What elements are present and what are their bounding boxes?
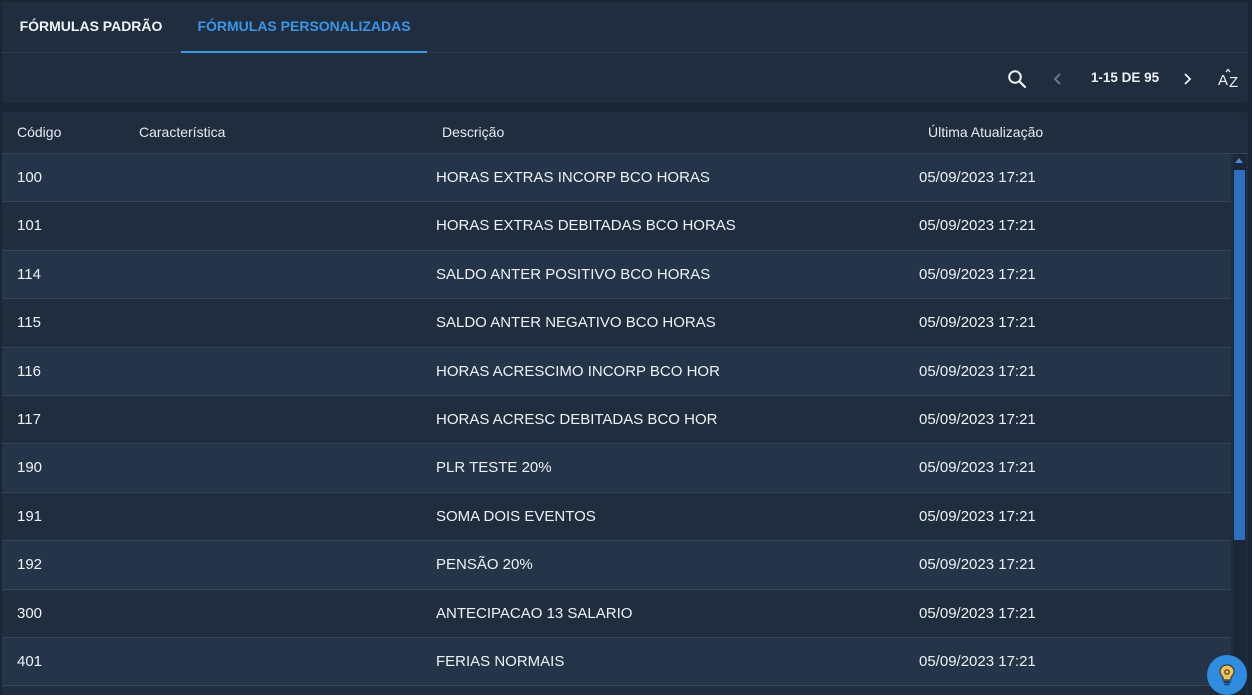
cell-code: 192 xyxy=(17,556,43,574)
cell-updated: 05/09/2023 17:21 xyxy=(919,556,1036,574)
cell-description: SOMA DOIS EVENTOS xyxy=(436,507,596,525)
cell-code: 114 xyxy=(17,265,41,283)
table-row[interactable]: 100 HORAS EXTRAS INCORP BCO HORAS 05/09/… xyxy=(2,154,1231,203)
cell-code: 117 xyxy=(17,410,41,428)
cell-code: 101 xyxy=(17,217,43,235)
table-row[interactable]: 300 ANTECIPACAO 13 SALARIO 05/09/2023 17… xyxy=(2,589,1231,638)
cell-description: HORAS EXTRAS INCORP BCO HORAS xyxy=(436,169,710,186)
cell-code: 300 xyxy=(17,604,43,622)
table-row[interactable]: 114 SALDO ANTER POSITIVO BCO HORAS 05/09… xyxy=(2,250,1231,300)
cell-updated: 05/09/2023 17:21 xyxy=(919,652,1036,670)
cell-description: HORAS ACRESC DEBITADAS BCO HOR xyxy=(436,410,718,428)
cell-updated: 05/09/2023 17:21 xyxy=(919,169,1036,186)
cell-description: ANTECIPACAO 13 SALARIO xyxy=(436,604,633,622)
cell-updated: 05/09/2023 17:21 xyxy=(919,217,1036,235)
cell-code: 191 xyxy=(17,507,43,525)
tab-formulas-personalizadas[interactable]: FÓRMULAS PERSONALIZADAS xyxy=(181,2,427,53)
search-icon[interactable] xyxy=(1006,68,1028,90)
table-row[interactable]: 115 SALDO ANTER NEGATIVO BCO HORAS 05/09… xyxy=(2,299,1231,348)
formulas-table: Código Característica Descrição Última A… xyxy=(2,112,1248,695)
table-header: Código Característica Descrição Última A… xyxy=(2,112,1248,154)
cell-code: 401 xyxy=(17,652,43,670)
sort-az-icon[interactable]: A Z xyxy=(1216,68,1242,90)
cell-updated: 05/09/2023 17:21 xyxy=(919,265,1036,283)
cell-updated: 05/09/2023 17:21 xyxy=(919,410,1036,428)
cell-description: FERIAS NORMAIS xyxy=(436,652,565,670)
cell-updated: 05/09/2023 17:21 xyxy=(919,507,1036,525)
pagination-label: 1-15 DE 95 xyxy=(1090,70,1160,85)
table-row[interactable]: 117 HORAS ACRESC DEBITADAS BCO HOR 05/09… xyxy=(2,395,1231,445)
chevron-left-icon[interactable] xyxy=(1047,68,1069,90)
cell-description: SALDO ANTER POSITIVO BCO HORAS xyxy=(436,265,711,283)
cell-updated: 05/09/2023 17:21 xyxy=(919,314,1036,332)
cell-code: 115 xyxy=(17,314,41,332)
header-caracteristica[interactable]: Característica xyxy=(139,124,225,140)
cell-updated: 05/09/2023 17:21 xyxy=(919,362,1036,380)
table-row[interactable]: 191 SOMA DOIS EVENTOS 05/09/2023 17:21 xyxy=(2,492,1231,542)
lightbulb-icon[interactable] xyxy=(1207,655,1247,695)
cell-updated: 05/09/2023 17:21 xyxy=(919,604,1036,622)
cell-updated: 05/09/2023 17:21 xyxy=(919,459,1036,477)
table-row[interactable]: 101 HORAS EXTRAS DEBITADAS BCO HORAS 05/… xyxy=(2,202,1231,251)
table-row[interactable]: 190 PLR TESTE 20% 05/09/2023 17:21 xyxy=(2,444,1231,493)
table-row[interactable]: 401 FERIAS NORMAIS 05/09/2023 17:21 xyxy=(2,637,1231,687)
scrollbar-thumb[interactable] xyxy=(1234,170,1245,540)
header-ultima-atualizacao[interactable]: Última Atualização xyxy=(928,124,1043,140)
cell-code: 190 xyxy=(17,459,43,477)
cell-description: PLR TESTE 20% xyxy=(436,459,552,477)
scroll-up-arrow-icon[interactable] xyxy=(1235,158,1243,163)
svg-text:A: A xyxy=(1218,72,1228,89)
vertical-scrollbar[interactable] xyxy=(1233,154,1246,695)
table-toolbar: 1-15 DE 95 A Z xyxy=(2,54,1248,103)
table-row[interactable]: 192 PENSÃO 20% 05/09/2023 17:21 xyxy=(2,541,1231,590)
cell-description: HORAS EXTRAS DEBITADAS BCO HORAS xyxy=(436,217,736,235)
tab-formulas-padrao[interactable]: FÓRMULAS PADRÃO xyxy=(2,2,180,53)
cell-description: PENSÃO 20% xyxy=(436,556,533,574)
cell-code: 100 xyxy=(17,169,43,186)
cell-code: 116 xyxy=(17,362,41,380)
formulas-header-card: FÓRMULAS PADRÃO FÓRMULAS PERSONALIZADAS … xyxy=(2,2,1248,103)
header-codigo[interactable]: Código xyxy=(17,124,61,140)
table-body: 100 HORAS EXTRAS INCORP BCO HORAS 05/09/… xyxy=(2,154,1231,687)
svg-text:Z: Z xyxy=(1229,74,1238,90)
table-row[interactable]: 116 HORAS ACRESCIMO INCORP BCO HOR 05/09… xyxy=(2,347,1231,396)
chevron-right-icon[interactable] xyxy=(1176,68,1198,90)
cell-description: SALDO ANTER NEGATIVO BCO HORAS xyxy=(436,314,716,332)
cell-description: HORAS ACRESCIMO INCORP BCO HOR xyxy=(436,362,720,380)
header-descricao[interactable]: Descrição xyxy=(442,124,504,140)
tab-bar: FÓRMULAS PADRÃO FÓRMULAS PERSONALIZADAS xyxy=(2,2,1248,53)
